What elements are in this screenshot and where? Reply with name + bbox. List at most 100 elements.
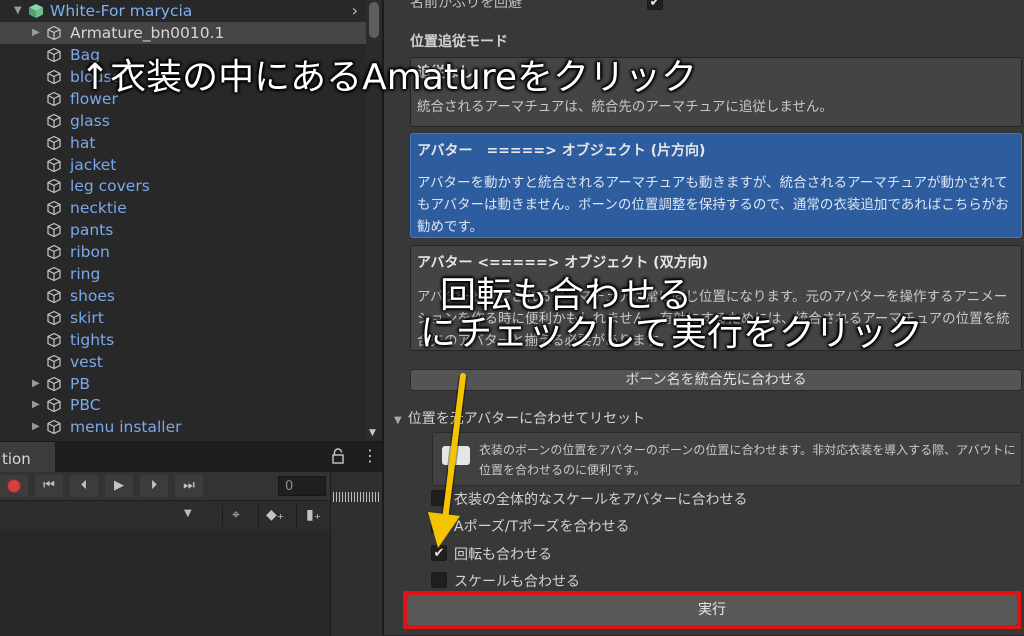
annotation-top: ↑衣装の中にあるAmatureをクリック xyxy=(80,57,698,98)
mode-option-one-way[interactable]: アバター =====> オブジェクト (片方向) アバターを動かすと統合されるア… xyxy=(410,133,1022,238)
add-keyframe-icon[interactable]: ⌖ xyxy=(232,507,240,523)
option-checkbox[interactable] xyxy=(431,490,447,506)
animation-panel: tion ⋮ ⏮ ⏴ ▶ ⏵ ⏭ 0 ▼ ⌖ ◆₊ ▮₊ xyxy=(0,441,383,636)
next-key-button[interactable]: ⏵ xyxy=(140,475,168,497)
hierarchy-item-label: PB xyxy=(70,374,90,393)
gameobject-icon xyxy=(47,310,61,325)
hierarchy-item-label: pants xyxy=(70,221,114,240)
gameobject-icon xyxy=(47,398,61,413)
prev-key-button[interactable]: ⏴ xyxy=(70,475,98,497)
lock-icon[interactable] xyxy=(331,448,345,464)
gameobject-icon xyxy=(47,135,61,150)
fold-open-icon[interactable]: ▼ xyxy=(14,0,22,22)
option-label: 回転も合わせる xyxy=(454,547,552,563)
hierarchy-item[interactable]: leg covers xyxy=(0,175,366,197)
gameobject-icon xyxy=(47,354,61,369)
mode-title: アバター <=====> オブジェクト (双方向) xyxy=(417,255,708,271)
gameobject-icon xyxy=(47,266,61,282)
hierarchy-item-label: ring xyxy=(70,265,101,283)
hierarchy-item[interactable]: ▶ menu installer xyxy=(0,416,366,438)
gameobject-icon xyxy=(47,332,61,347)
scrollbar-thumb[interactable] xyxy=(369,2,379,38)
hierarchy-item-label: menu installer xyxy=(70,418,182,437)
annotation-middle-line2: にチェックして実行をクリック xyxy=(420,313,923,354)
hierarchy-root-label: White-For marycia xyxy=(50,2,193,20)
hierarchy-item-label: Armature_bn0010.1 xyxy=(70,24,225,42)
step-back-icon: ⏴ xyxy=(80,478,88,493)
avoid-name-collision-label: 名前かぶりを回避 xyxy=(410,0,522,11)
fold-closed-icon[interactable]: ▶ xyxy=(32,373,40,395)
help-box: 衣装のボーンの位置をアバターのボーンの位置に合わせます。非対応衣装を導入する際、… xyxy=(432,432,1022,486)
scroll-down-icon[interactable]: ▼ xyxy=(369,428,376,438)
hierarchy-item[interactable]: tights xyxy=(0,329,366,351)
hierarchy-item[interactable]: necktie xyxy=(0,197,366,219)
add-key-diamond-icon[interactable]: ◆₊ xyxy=(266,507,284,523)
play-button[interactable]: ▶ xyxy=(105,475,133,497)
frame-input[interactable]: 0 xyxy=(278,476,326,496)
timeline-ticks xyxy=(333,492,381,502)
option-checkbox[interactable] xyxy=(431,517,447,533)
mode-title: アバター =====> オブジェクト (片方向) xyxy=(417,143,706,159)
reset-position-foldout[interactable]: ▼ 位置を元アバターに合わせてリセット xyxy=(394,408,645,428)
gameobject-icon xyxy=(47,179,61,194)
hierarchy-item-armature[interactable]: ▶ Armature_bn0010.1 xyxy=(0,22,366,44)
hierarchy-item-label: glass xyxy=(70,111,110,130)
add-event-icon[interactable]: ▮₊ xyxy=(306,507,321,523)
animation-clip-toolbar: ▼ ⌖ ◆₊ ▮₊ xyxy=(0,500,330,531)
hierarchy-item[interactable]: hat xyxy=(0,132,366,154)
option-checkbox[interactable] xyxy=(431,572,447,588)
hierarchy-item[interactable]: ▶ PBC xyxy=(0,394,366,416)
execute-highlight-box xyxy=(403,591,1021,629)
hierarchy-item-label: vest xyxy=(70,352,103,371)
gameobject-icon xyxy=(47,376,61,391)
prefab-icon xyxy=(29,4,43,18)
play-icon: ▶ xyxy=(114,478,124,493)
option-label: スケールも合わせる xyxy=(454,574,580,590)
gameobject-icon xyxy=(47,47,61,63)
match-bone-names-button[interactable]: ボーン名を統合先に合わせる xyxy=(410,369,1022,391)
hierarchy-item[interactable]: jacket xyxy=(0,154,366,176)
hierarchy-item[interactable]: vest xyxy=(0,351,366,373)
last-key-button[interactable]: ⏭ xyxy=(175,475,203,497)
gameobject-icon xyxy=(47,91,61,106)
fold-closed-icon[interactable]: ▶ xyxy=(32,394,40,416)
hierarchy-item-label: jacket xyxy=(70,155,117,174)
mode-description: 統合されるアーマチュアは、統合先のアーマチュアに追従しません。 xyxy=(417,99,833,115)
hierarchy-item-label: necktie xyxy=(70,199,127,218)
first-key-button[interactable]: ⏮ xyxy=(35,475,63,497)
option-label: 衣装の全体的なスケールをアバターに合わせる xyxy=(454,492,748,508)
step-forward-icon: ⏵ xyxy=(150,478,158,493)
gameobject-icon xyxy=(47,113,61,128)
hierarchy-item[interactable]: shoes xyxy=(0,285,366,307)
timeline-ruler[interactable] xyxy=(330,472,383,636)
hierarchy-item-label: skirt xyxy=(70,308,104,327)
hierarchy-item[interactable]: glass xyxy=(0,110,366,132)
gameobject-icon xyxy=(47,201,61,216)
gameobject-icon xyxy=(47,420,61,435)
info-bubble-icon xyxy=(442,446,470,471)
kebab-menu-icon[interactable]: ⋮ xyxy=(362,446,378,465)
hierarchy-item[interactable]: ring xyxy=(0,263,366,285)
hierarchy-item[interactable]: ribon xyxy=(0,241,366,263)
hierarchy-root-item[interactable]: ▼ White-For marycia › xyxy=(0,0,366,22)
chevron-down-icon[interactable]: ▼ xyxy=(184,508,192,519)
gameobject-icon xyxy=(47,25,61,41)
help-text: 衣装のボーンの位置をアバターのボーンの位置に合わせます。非対応衣装を導入する際、… xyxy=(479,443,1016,477)
toolbar-divider xyxy=(258,505,259,527)
animation-tabbar: tion ⋮ xyxy=(0,442,382,472)
gameobject-icon xyxy=(47,157,61,172)
chevron-right-icon[interactable]: › xyxy=(352,0,358,22)
hierarchy-item[interactable]: ▶ PB xyxy=(0,373,366,395)
avoid-name-collision-checkbox[interactable]: ✔ xyxy=(647,0,663,10)
option-checkbox[interactable]: ✔ xyxy=(431,545,447,561)
fold-open-icon: ▼ xyxy=(394,415,402,426)
hierarchy-item[interactable]: skirt xyxy=(0,307,366,329)
record-button[interactable] xyxy=(0,475,28,497)
fold-closed-icon[interactable]: ▶ xyxy=(32,416,40,438)
hierarchy-item[interactable]: pants xyxy=(0,219,366,241)
animation-toolbar: ⏮ ⏴ ▶ ⏵ ⏭ 0 xyxy=(0,472,382,500)
fold-closed-icon[interactable]: ▶ xyxy=(32,22,40,44)
tab-animation[interactable]: tion xyxy=(0,442,55,472)
hierarchy-item-label: ribon xyxy=(70,243,110,262)
annotation-middle-line1: 回転も合わせる xyxy=(440,275,693,316)
